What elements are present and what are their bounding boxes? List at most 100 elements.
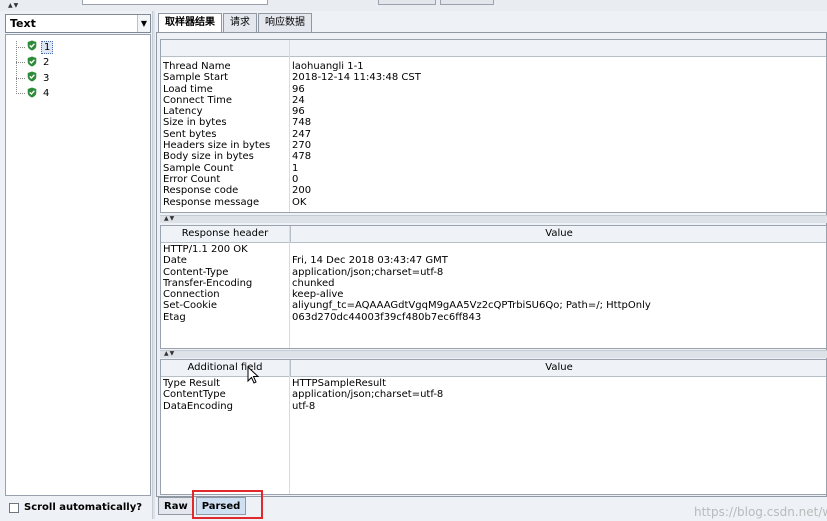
tree-item-label: 2 (43, 57, 50, 68)
sampler-result-row-key: Response code (163, 185, 239, 197)
additional-field-row[interactable]: Type Result HTTPSampleResult (161, 378, 826, 389)
chevron-down-icon[interactable]: ▼ (137, 15, 150, 32)
tree-connector (16, 77, 25, 79)
renderer-select[interactable]: Text ▼ (5, 14, 151, 33)
collapse-arrows-icon[interactable]: ▲▼ (8, 3, 19, 9)
tab-response-data[interactable]: 响应数据 (258, 13, 312, 32)
response-header-row-value: Fri, 14 Dec 2018 03:43:47 GMT (292, 255, 448, 267)
additional-field-table: Additional field Value Type Result HTTPSa… (160, 359, 827, 495)
additional-field-rows: Type Result HTTPSampleResult ContentType ap… (161, 378, 826, 412)
response-header-rows: HTTP/1.1 200 OK Date Fri, 14 Dec 2018 03:4… (161, 244, 826, 323)
sampler-result-row[interactable]: Body size in bytes 478 (161, 151, 826, 162)
success-shield-icon (27, 40, 37, 54)
response-header-row[interactable]: Transfer-Encoding chunked (161, 278, 826, 289)
sampler-result-row[interactable]: Sent bytes 247 (161, 129, 826, 140)
response-header-row[interactable]: Set-Cookie aliyungf_tc=AQAAAGdtVgqM9gAA5V… (161, 300, 826, 311)
sampler-result-row-key: Headers size in bytes (163, 140, 271, 152)
sampler-result-row-value: 270 (292, 140, 312, 152)
response-header-row-key: HTTP/1.1 200 OK (163, 244, 248, 255)
sampler-result-row[interactable]: Latency 96 (161, 106, 826, 117)
renderer-select-value: Text (10, 17, 36, 30)
column-header-value[interactable]: Value (290, 226, 827, 243)
scroll-automatically-checkbox[interactable] (9, 502, 19, 513)
tree-item-3[interactable]: 3 (16, 71, 51, 85)
success-shield-icon (27, 87, 37, 101)
watermark-text: https://blog.csdn.net/weixin_43919058 (694, 505, 827, 519)
scroll-automatically-option[interactable]: Scroll automatically? (9, 502, 142, 513)
response-header-row-key: Etag (163, 311, 186, 323)
success-shield-icon (27, 56, 37, 70)
sampler-result-rows: Thread Name laohuangli 1-1 Sample Start 201… (161, 61, 826, 208)
top-button-1[interactable] (378, 0, 436, 5)
collapse-arrows-icon[interactable]: ▲▼ (164, 216, 175, 222)
additional-field-row[interactable]: DataEncoding utf-8 (161, 401, 826, 412)
response-header-row-key: Content-Type (163, 266, 229, 278)
tree-item-label: 3 (43, 72, 50, 84)
sampler-result-row[interactable]: Response message OK (161, 197, 826, 208)
response-header-row[interactable]: HTTP/1.1 200 OK (161, 244, 826, 255)
success-shield-icon (27, 71, 37, 85)
response-header-row-value: keep-alive (292, 289, 344, 301)
sampler-result-row[interactable]: Response code 200 (161, 185, 826, 196)
tree-item-4[interactable]: 4 (16, 87, 51, 101)
sampler-result-row[interactable]: Headers size in bytes 270 (161, 140, 826, 151)
detail-tabs: 取样器结果 请求 响应数据 (158, 13, 313, 32)
tree-connector (16, 46, 25, 48)
sampler-result-row-value: 748 (292, 117, 312, 129)
tab-sampler-result[interactable]: 取样器结果 (158, 13, 222, 32)
tree-item-label: 4 (43, 88, 50, 99)
split-pane-divider[interactable] (152, 11, 155, 519)
splitter-1[interactable]: ▲▼ (160, 215, 827, 223)
tree-item-label: 1 (41, 40, 54, 54)
sampler-result-row[interactable]: Sample Start 2018-12-14 11:43:48 CST (161, 72, 826, 83)
result-detail-panel: 取样器结果 请求 响应数据 Thread Name laohuangli 1-1 S… (156, 11, 827, 519)
sampler-result-row-key: Response message (163, 196, 260, 208)
response-header-row[interactable]: Connection keep-alive (161, 289, 826, 300)
sampler-result-row[interactable]: Sample Count 1 (161, 163, 826, 174)
sampler-result-row[interactable]: Load time 96 (161, 84, 826, 95)
sampler-result-row-value: 24 (292, 94, 305, 106)
column-header-additional-field[interactable]: Additional field (161, 360, 289, 377)
sampler-result-row-key: Body size in bytes (163, 151, 254, 163)
tab-raw[interactable]: Raw (158, 497, 194, 515)
top-button-2[interactable] (440, 0, 494, 5)
collapse-arrows-icon[interactable]: ▲▼ (164, 351, 175, 357)
additional-field-row-key: Type Result (163, 378, 221, 389)
sampler-result-row-key: Load time (163, 83, 213, 95)
response-header-row-value: application/json;charset=utf-8 (292, 266, 444, 278)
column-header-value[interactable]: Value (290, 360, 827, 377)
sampler-result-row[interactable]: Thread Name laohuangli 1-1 (161, 61, 826, 72)
response-header-row-value: aliyungf_tc=AQAAAGdtVgqM9gAA5Vz2cQPTrbiS… (292, 300, 651, 312)
sample-tree: 1 2 3 4 (5, 34, 151, 496)
sampler-result-row-value: 96 (292, 83, 305, 95)
tab-request[interactable]: 请求 (223, 13, 257, 32)
response-header-row-key: Date (163, 255, 187, 267)
sampler-result-row-key: Error Count (163, 173, 221, 185)
response-header-row[interactable]: Date Fri, 14 Dec 2018 03:43:47 GMT (161, 255, 826, 266)
sampler-result-row-value: 2018-12-14 11:43:48 CST (292, 72, 421, 84)
response-header-row-key: Connection (163, 289, 220, 301)
additional-field-row[interactable]: ContentType application/json;charset=utf-… (161, 389, 826, 400)
tree-item-1[interactable]: 1 (16, 40, 54, 54)
response-header-row-value: chunked (292, 277, 335, 289)
tree-item-2[interactable]: 2 (16, 56, 51, 70)
sampler-result-row-value: 478 (292, 151, 312, 163)
top-name-field[interactable] (82, 0, 268, 5)
tree-connector (16, 93, 25, 94)
annotation-highlight-box (192, 490, 263, 519)
sampler-result-body: Thread Name laohuangli 1-1 Sample Start 201… (156, 32, 827, 497)
sampler-result-row[interactable]: Error Count 0 (161, 174, 826, 185)
splitter-2[interactable]: ▲▼ (160, 350, 827, 358)
sampler-result-row[interactable]: Connect Time 24 (161, 95, 826, 106)
response-header-row-key: Transfer-Encoding (163, 277, 253, 289)
column-header-response-header[interactable]: Response header (161, 226, 289, 243)
response-header-row[interactable]: Content-Type application/json;charset=utf… (161, 267, 826, 278)
additional-field-row-value: utf-8 (292, 400, 316, 412)
response-header-table: Response header Value HTTP/1.1 200 OK Dat… (160, 225, 827, 349)
results-tree-panel: Text ▼ 1 2 3 4 Scroll automatically? (3, 11, 152, 519)
sampler-result-row-value: 200 (292, 185, 312, 197)
response-header-row[interactable]: Etag 063d270dc44003f39cf480b7ec6ff843 (161, 312, 826, 323)
sampler-result-row-value: OK (292, 196, 307, 208)
sampler-result-row[interactable]: Size in bytes 748 (161, 117, 826, 128)
sampler-result-row-value: 96 (292, 106, 305, 118)
